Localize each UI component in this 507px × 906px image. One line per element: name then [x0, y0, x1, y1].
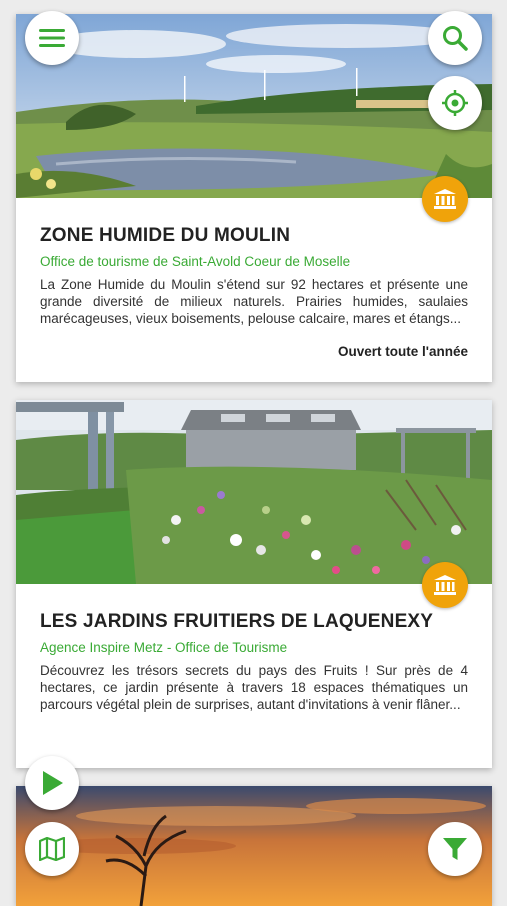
category-badge: [422, 176, 468, 222]
search-button[interactable]: [428, 11, 482, 65]
place-photo: [16, 14, 492, 198]
place-title[interactable]: ZONE HUMIDE DU MOULIN: [40, 225, 468, 247]
museum-icon: [434, 575, 456, 595]
place-title[interactable]: LES JARDINS FRUITIERS DE LAQUENEXY: [40, 611, 468, 633]
place-card[interactable]: LES JARDINS FRUITIERS DE LAQUENEXY Agenc…: [16, 400, 492, 768]
place-description: La Zone Humide du Moulin s'étend sur 92 …: [40, 277, 468, 326]
play-icon: [43, 771, 63, 795]
place-organization: Office de tourisme de Saint-Avold Coeur …: [40, 254, 351, 269]
category-badge: [422, 562, 468, 608]
place-photo: [16, 786, 492, 906]
place-card[interactable]: [16, 786, 492, 906]
search-icon: [443, 26, 468, 51]
opening-hours: Ouvert toute l'année: [338, 344, 468, 359]
place-organization: Agence Inspire Metz - Office de Tourisme: [40, 640, 288, 655]
play-button[interactable]: [25, 756, 79, 810]
map-button[interactable]: [25, 822, 79, 876]
filter-button[interactable]: [428, 822, 482, 876]
filter-icon: [443, 838, 467, 860]
place-photo: [16, 400, 492, 584]
crosshair-icon: [442, 90, 468, 116]
map-icon: [39, 837, 65, 861]
locate-button[interactable]: [428, 76, 482, 130]
menu-icon: [39, 29, 65, 47]
place-description: Découvrez les trésors secrets du pays de…: [40, 663, 468, 712]
place-card[interactable]: ZONE HUMIDE DU MOULIN Office de tourisme…: [16, 14, 492, 382]
museum-icon: [434, 189, 456, 209]
menu-button[interactable]: [25, 11, 79, 65]
